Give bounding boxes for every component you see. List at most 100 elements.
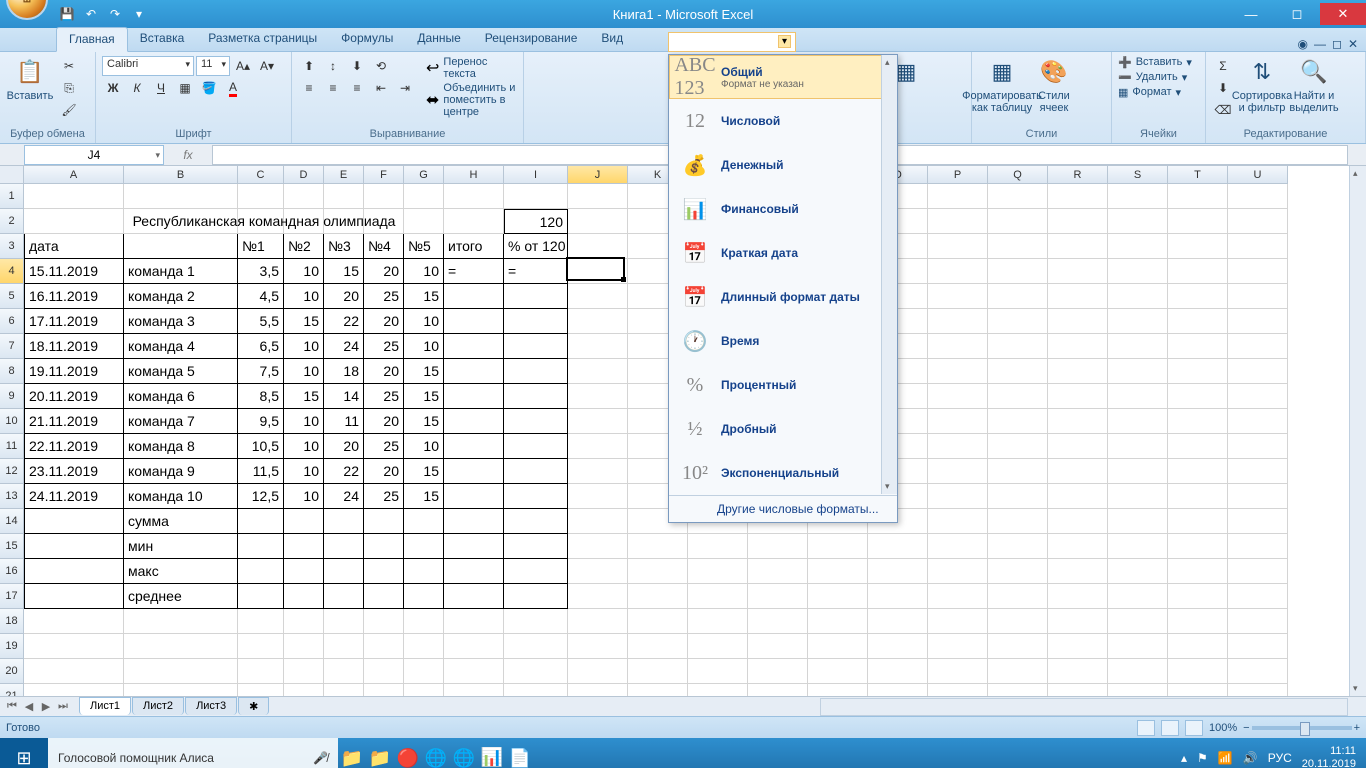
cell[interactable] — [1228, 384, 1288, 409]
cell[interactable] — [444, 384, 504, 409]
cell[interactable] — [1228, 634, 1288, 659]
cell[interactable]: №3 — [324, 234, 364, 259]
cell[interactable] — [988, 434, 1048, 459]
cell[interactable] — [568, 609, 628, 634]
cell[interactable] — [1048, 309, 1108, 334]
cell[interactable] — [1108, 484, 1168, 509]
align-right-icon[interactable]: ≡ — [346, 78, 368, 98]
cell[interactable] — [1168, 484, 1228, 509]
cell[interactable] — [688, 659, 748, 684]
row-header-7[interactable]: 7 — [0, 334, 24, 359]
number-format-option[interactable]: 10²Экспоненциальный — [669, 451, 897, 495]
cell[interactable] — [988, 459, 1048, 484]
cell[interactable]: дата — [24, 234, 124, 259]
ribbon-tab-5[interactable]: Рецензирование — [473, 27, 590, 51]
cell[interactable] — [1228, 584, 1288, 609]
cell[interactable] — [628, 659, 688, 684]
cell[interactable] — [504, 584, 568, 609]
cell[interactable] — [1108, 509, 1168, 534]
cell[interactable] — [364, 534, 404, 559]
cell[interactable]: мин — [124, 534, 238, 559]
row-header-1[interactable]: 1 — [0, 184, 24, 209]
cell[interactable]: = — [504, 259, 568, 284]
cell[interactable]: 10 — [284, 334, 324, 359]
cell[interactable]: 10 — [404, 334, 444, 359]
taskbar-word-icon[interactable]: 📄 — [506, 744, 534, 768]
cell[interactable] — [444, 309, 504, 334]
row-header-15[interactable]: 15 — [0, 534, 24, 559]
cell[interactable] — [568, 534, 628, 559]
cell[interactable] — [444, 209, 504, 234]
number-format-combo[interactable] — [668, 32, 796, 52]
cell[interactable] — [1168, 459, 1228, 484]
cell[interactable] — [364, 609, 404, 634]
dropdown-scrollbar[interactable] — [881, 55, 897, 494]
cell[interactable]: 15 — [284, 384, 324, 409]
cell[interactable] — [748, 609, 808, 634]
cell[interactable] — [324, 584, 364, 609]
cell[interactable]: 23.11.2019 — [24, 459, 124, 484]
font-color-button[interactable]: A — [222, 78, 244, 98]
cell[interactable] — [1168, 184, 1228, 209]
cell[interactable] — [1168, 534, 1228, 559]
qat-redo-icon[interactable]: ↷ — [104, 4, 126, 24]
cell[interactable] — [928, 309, 988, 334]
cell[interactable] — [628, 609, 688, 634]
cell[interactable] — [444, 609, 504, 634]
cell[interactable] — [324, 609, 364, 634]
cell[interactable]: 20 — [324, 434, 364, 459]
row-header-2[interactable]: 2 — [0, 209, 24, 234]
cell[interactable]: 15 — [404, 459, 444, 484]
cell[interactable] — [568, 684, 628, 696]
cell[interactable] — [1048, 359, 1108, 384]
cell[interactable] — [1048, 284, 1108, 309]
cell[interactable] — [928, 284, 988, 309]
cell[interactable]: 22 — [324, 309, 364, 334]
cell[interactable] — [504, 459, 568, 484]
cell[interactable]: 21.11.2019 — [24, 409, 124, 434]
row-header-9[interactable]: 9 — [0, 384, 24, 409]
cell[interactable]: 17.11.2019 — [24, 309, 124, 334]
cell[interactable]: 25 — [364, 384, 404, 409]
col-header-C[interactable]: C — [238, 166, 284, 184]
autosum-icon[interactable]: Σ — [1212, 56, 1234, 76]
cell[interactable]: 20 — [364, 359, 404, 384]
cell[interactable]: 25 — [364, 484, 404, 509]
bold-button[interactable]: Ж — [102, 78, 124, 98]
ribbon-tab-2[interactable]: Разметка страницы — [196, 27, 329, 51]
cell[interactable] — [324, 184, 364, 209]
inner-close-icon[interactable]: ✕ — [1348, 37, 1358, 51]
cell[interactable] — [504, 559, 568, 584]
cell[interactable] — [1108, 284, 1168, 309]
cell[interactable]: 16.11.2019 — [24, 284, 124, 309]
row-header-20[interactable]: 20 — [0, 659, 24, 684]
cell[interactable]: 22 — [324, 459, 364, 484]
row-header-6[interactable]: 6 — [0, 309, 24, 334]
cell[interactable] — [444, 684, 504, 696]
format-cells-button[interactable]: ▦Формат▾ — [1118, 86, 1181, 99]
cut-icon[interactable]: ✂ — [58, 56, 80, 76]
cell[interactable]: команда 1 — [124, 259, 238, 284]
cell[interactable] — [444, 484, 504, 509]
tray-flag-icon[interactable]: ⚑ — [1197, 751, 1208, 765]
cell[interactable] — [404, 634, 444, 659]
cell[interactable]: 8,5 — [238, 384, 284, 409]
cell[interactable] — [748, 584, 808, 609]
sort-filter-button[interactable]: ⇅ Сортировка и фильтр — [1238, 56, 1286, 114]
col-header-R[interactable]: R — [1048, 166, 1108, 184]
insert-cells-button[interactable]: ➕Вставить▾ — [1118, 56, 1192, 69]
cell[interactable] — [568, 459, 628, 484]
cell[interactable] — [1228, 509, 1288, 534]
ribbon-minimize-icon[interactable]: — — [1314, 37, 1326, 51]
format-painter-icon[interactable]: 🖌 — [58, 100, 80, 120]
col-header-Q[interactable]: Q — [988, 166, 1048, 184]
cell[interactable] — [928, 634, 988, 659]
cell[interactable] — [1168, 609, 1228, 634]
ribbon-tab-3[interactable]: Формулы — [329, 27, 405, 51]
cell[interactable]: 10 — [284, 409, 324, 434]
cell[interactable] — [404, 659, 444, 684]
cell[interactable]: 6,5 — [238, 334, 284, 359]
sheet-tab[interactable]: Лист3 — [185, 697, 237, 715]
taskbar-explorer-icon[interactable]: 📁 — [338, 744, 366, 768]
col-header-S[interactable]: S — [1108, 166, 1168, 184]
